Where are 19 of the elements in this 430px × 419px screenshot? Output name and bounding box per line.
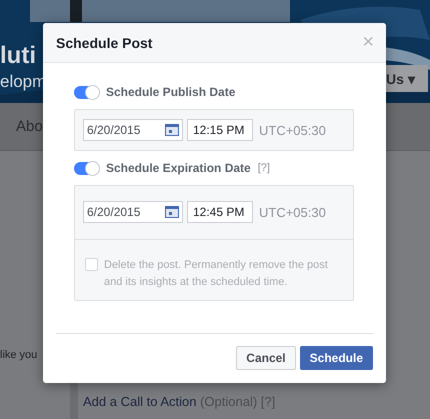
page-title: luti bbox=[0, 42, 36, 70]
toggle-switch[interactable] bbox=[74, 86, 99, 98]
cancel-button[interactable]: Cancel bbox=[236, 346, 296, 370]
toggle-label: Schedule Expiration Date bbox=[106, 161, 251, 175]
date-field[interactable]: 6/20/2015 bbox=[83, 201, 183, 223]
calendar-icon[interactable] bbox=[165, 206, 179, 218]
timezone-label: UTC+05:30 bbox=[259, 204, 326, 220]
calendar-icon[interactable] bbox=[165, 124, 179, 136]
date-field[interactable]: 6/20/2015 bbox=[83, 119, 183, 141]
post-snippet: like you bbox=[0, 349, 38, 361]
toggle-switch[interactable] bbox=[74, 162, 99, 174]
checkbox-label: Delete the post. Permanently remove the post and its insights at the scheduled time. bbox=[104, 258, 329, 290]
time-field[interactable]: 12:15 PM bbox=[187, 119, 253, 141]
time-field[interactable]: 12:45 PM bbox=[187, 201, 253, 223]
dialog-title: Schedule Post bbox=[56, 34, 152, 50]
schedule-button[interactable]: Schedule bbox=[300, 346, 373, 370]
toggle-label: Schedule Publish Date bbox=[106, 85, 236, 99]
timezone-label: UTC+05:30 bbox=[259, 122, 326, 138]
help-link[interactable]: [?] bbox=[258, 162, 270, 174]
